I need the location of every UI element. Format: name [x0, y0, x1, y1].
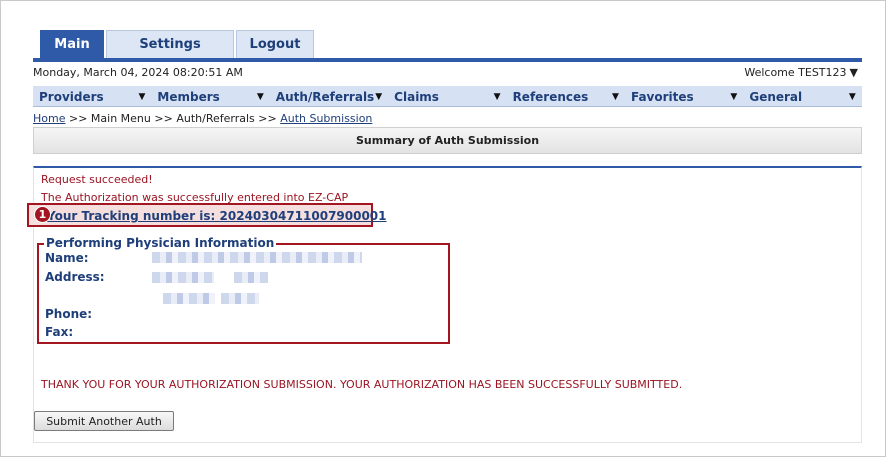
nav-label: Favorites [630, 89, 694, 104]
nav-label: Members [157, 89, 220, 104]
nav-label: Auth/Referrals [275, 89, 375, 104]
nav-label: Claims [394, 89, 439, 104]
caret-down-icon: ▼ [375, 91, 383, 102]
top-tabs: Main Settings Logout [40, 30, 316, 58]
address-line2-redacted [163, 293, 215, 304]
welcome-menu[interactable]: Welcome TEST123 ▼ [744, 66, 862, 79]
tab-logout[interactable]: Logout [236, 30, 314, 58]
section-title: Summary of Auth Submission [33, 127, 862, 154]
welcome-text: Welcome TEST123 [744, 65, 847, 79]
tab-settings[interactable]: Settings [106, 30, 234, 58]
nav-label: Providers [39, 89, 104, 104]
caret-down-icon: ▼ [848, 91, 856, 102]
main-nav: Providers ▼ Members ▼ Auth/Referrals ▼ C… [33, 86, 862, 107]
caret-down-icon: ▼ [138, 91, 146, 102]
success-message: Request succeeded! [41, 173, 153, 186]
breadcrumb-separator: >> [65, 112, 91, 125]
caret-down-icon: ▼ [730, 91, 738, 102]
address-line2b-redacted [221, 293, 259, 304]
nav-members[interactable]: Members ▼ [151, 86, 269, 107]
nav-claims[interactable]: Claims ▼ [388, 86, 506, 107]
breadcrumb: Home >> Main Menu >> Auth/Referrals >> A… [33, 112, 372, 125]
physician-info-legend: Performing Physician Information [44, 236, 277, 250]
nav-label: General [749, 89, 803, 104]
callout-badge: 1 [34, 206, 51, 223]
nav-references[interactable]: References ▼ [507, 86, 625, 107]
breadcrumb-auth-submission-link[interactable]: Auth Submission [280, 112, 372, 125]
breadcrumb-separator: >> [150, 112, 177, 125]
nav-auth-referrals[interactable]: Auth/Referrals ▼ [270, 86, 388, 107]
nav-providers[interactable]: Providers ▼ [33, 86, 151, 107]
address-line1-redacted [152, 272, 214, 283]
nav-label: References [512, 89, 589, 104]
breadcrumb-main-menu: Main Menu [90, 112, 151, 125]
name-label: Name: [45, 251, 89, 265]
address-line1b-redacted [234, 272, 268, 283]
phone-label: Phone: [45, 307, 93, 321]
chevron-down-icon: ▼ [849, 65, 858, 79]
breadcrumb-auth-referrals: Auth/Referrals [176, 112, 255, 125]
current-datetime: Monday, March 04, 2024 08:20:51 AM [33, 65, 243, 79]
thank-you-message: THANK YOU FOR YOUR AUTHORIZATION SUBMISS… [41, 378, 683, 391]
submit-another-auth-button[interactable]: Submit Another Auth [34, 411, 174, 431]
breadcrumb-separator: >> [254, 112, 281, 125]
caret-down-icon: ▼ [612, 91, 619, 102]
nav-general[interactable]: General ▼ [743, 86, 861, 107]
tab-main[interactable]: Main [40, 30, 104, 58]
nav-favorites[interactable]: Favorites ▼ [625, 86, 743, 107]
fax-label: Fax: [45, 325, 74, 339]
breadcrumb-home-link[interactable]: Home [33, 112, 65, 125]
tracking-number-link[interactable]: Your Tracking number is: 202403047110079… [47, 209, 387, 223]
header-info-row: Monday, March 04, 2024 08:20:51 AM Welco… [33, 62, 862, 82]
caret-down-icon: ▼ [256, 91, 264, 102]
address-label: Address: [45, 270, 105, 284]
caret-down-icon: ▼ [493, 91, 501, 102]
name-value-redacted [152, 252, 362, 263]
